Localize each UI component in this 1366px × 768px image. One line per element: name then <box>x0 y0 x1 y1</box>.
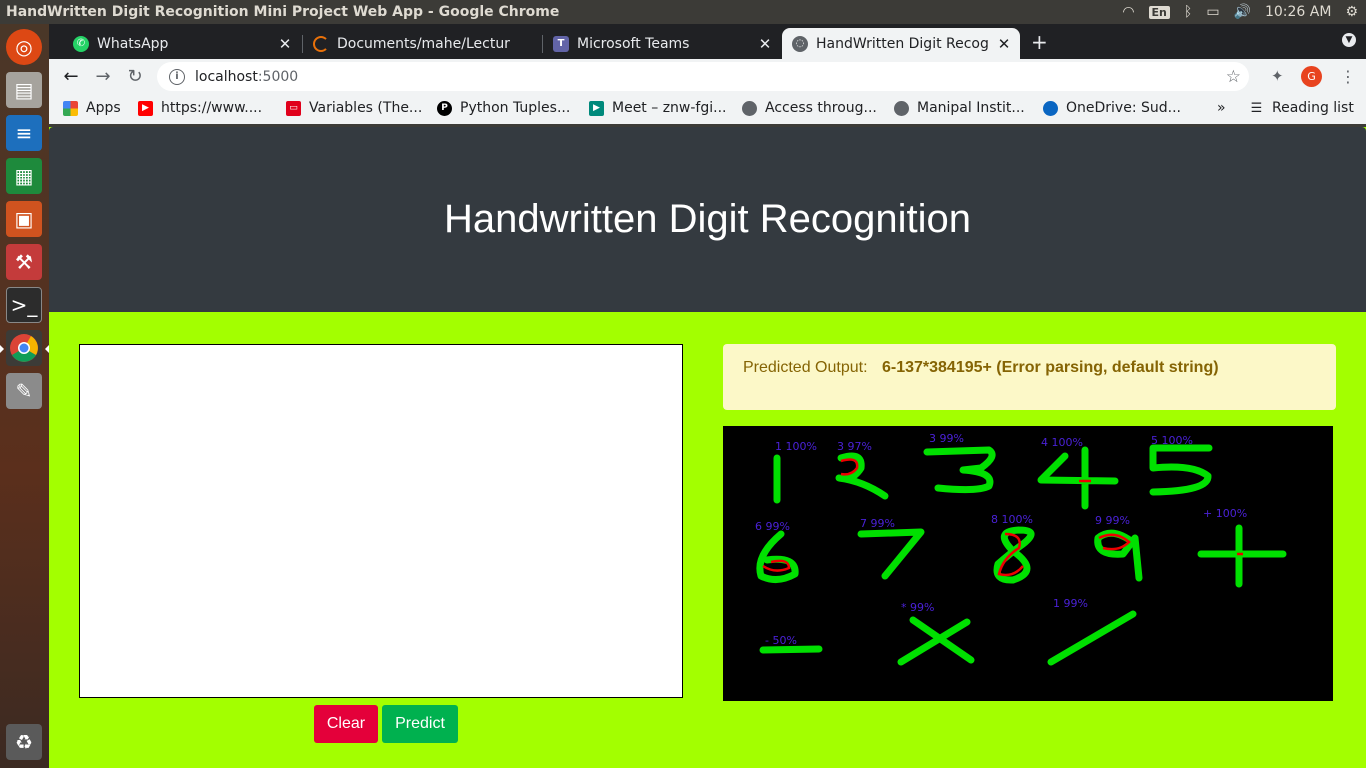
browser-toolbar: ← → ↻ i localhost:5000 ☆ ✦ G ⋮ <box>49 59 1366 94</box>
globe-icon <box>742 100 757 116</box>
page-title: Handwritten Digit Recognition <box>444 197 971 241</box>
tab-label: Documents/mahe/Lectur <box>337 35 510 52</box>
bookmark-item[interactable]: ▶ https://www.... <box>138 100 262 116</box>
back-button[interactable]: ← <box>55 66 87 87</box>
annotation-label: 1 99% <box>1053 597 1088 610</box>
close-icon[interactable]: ✕ <box>275 35 295 53</box>
url-host: localhost <box>195 68 258 85</box>
annotation-label: - 50% <box>765 634 797 647</box>
annotation-label: 3 97% <box>837 440 872 453</box>
youtube-icon: ▶ <box>138 100 153 116</box>
tab-label: WhatsApp <box>97 35 169 52</box>
menu-icon[interactable]: ⋮ <box>1340 67 1356 86</box>
loading-icon <box>313 35 329 52</box>
annotation-label: 9 99% <box>1095 514 1130 527</box>
bluetooth-icon[interactable]: ᛒ <box>1184 4 1192 20</box>
calc-icon[interactable]: ▦ <box>6 158 42 194</box>
bookmark-item[interactable]: Access throug... <box>742 100 877 116</box>
page-header: Handwritten Digit Recognition <box>49 127 1366 312</box>
google-meet-icon: ▶ <box>589 100 604 116</box>
system-tray: ◠ En ᛒ ▭ 🔊 10:26 AM ⚙ <box>1122 4 1366 20</box>
bookmark-star-icon[interactable]: ☆ <box>1226 67 1241 87</box>
url-port: :5000 <box>257 68 299 85</box>
tab-documents[interactable]: Documents/mahe/Lectur <box>303 28 541 59</box>
whatsapp-icon: ✆ <box>73 35 89 52</box>
bookmarks-overflow-button[interactable]: » <box>1217 100 1226 116</box>
oracle-icon: ▭ <box>286 100 301 116</box>
text-editor-icon[interactable]: ✎ <box>6 373 42 409</box>
tab-label: HandWritten Digit Recog <box>816 35 989 52</box>
annotation-label: 3 99% <box>929 432 964 445</box>
trash-icon[interactable]: ♻ <box>6 724 42 760</box>
launcher: ◎ ▤ ≡ ▦ ▣ ⚒ >_ ✎ ♻ <box>0 24 49 768</box>
tab-microsoft-teams[interactable]: T Microsoft Teams ✕ <box>543 28 781 59</box>
forward-button[interactable]: → <box>87 66 119 87</box>
annotation-label: 1 100% <box>775 440 817 453</box>
predicted-output-value: 6-137*384195+ (Error parsing, default st… <box>881 359 1219 376</box>
impress-icon[interactable]: ▣ <box>6 201 42 237</box>
tab-handwritten-digit[interactable]: ◌ HandWritten Digit Recog ✕ <box>782 28 1020 59</box>
reading-list-button[interactable]: ☰ Reading list <box>1249 100 1354 116</box>
annotation-label: + 100% <box>1203 507 1247 520</box>
annotation-label: 4 100% <box>1041 436 1083 449</box>
chrome-icon[interactable] <box>0 330 49 366</box>
tab-label: Microsoft Teams <box>577 35 690 52</box>
annotated-strokes: 1 100% 3 97% 3 99% 4 100% 5 100% 6 99% 7… <box>755 432 1287 666</box>
close-icon[interactable]: ✕ <box>755 35 775 53</box>
keyboard-layout[interactable]: En <box>1148 5 1170 19</box>
ubuntu-dash-icon[interactable]: ◎ <box>6 29 42 65</box>
globe-icon <box>894 100 909 116</box>
window-title: HandWritten Digit Recognition Mini Proje… <box>6 4 560 20</box>
new-tab-button[interactable]: + <box>1031 30 1048 54</box>
predicted-output-label: Predicted Output: <box>743 359 868 376</box>
recognition-result-image: 1 100% 3 97% 3 99% 4 100% 5 100% 6 99% 7… <box>723 426 1333 701</box>
gear-icon[interactable]: ⚙ <box>1345 4 1358 20</box>
teams-icon: T <box>553 35 569 52</box>
annotation-label: 7 99% <box>860 517 895 530</box>
bookmark-apps[interactable]: Apps <box>63 100 121 116</box>
bookmark-item[interactable]: ▶ Meet – znw-fgi... <box>589 100 726 116</box>
info-icon[interactable]: i <box>169 68 185 85</box>
annotation-label: * 99% <box>901 601 934 614</box>
writer-icon[interactable]: ≡ <box>6 115 42 151</box>
wifi-icon[interactable]: ◠ <box>1122 4 1134 20</box>
files-icon[interactable]: ▤ <box>6 72 42 108</box>
clear-button[interactable]: Clear <box>314 705 378 743</box>
predict-button[interactable]: Predict <box>382 705 458 743</box>
volume-icon[interactable]: 🔊 <box>1234 4 1251 20</box>
extensions-icon[interactable]: ✦ <box>1271 67 1284 85</box>
page-content: Handwritten Digit Recognition Clear Pred… <box>49 127 1366 768</box>
predicted-output-alert: Predicted Output: 6-137*384195+ (Error p… <box>723 344 1336 410</box>
onedrive-icon <box>1043 100 1058 116</box>
os-top-bar: HandWritten Digit Recognition Mini Proje… <box>0 0 1366 24</box>
reload-button[interactable]: ↻ <box>119 66 151 87</box>
drawing-canvas[interactable] <box>79 344 683 698</box>
tab-whatsapp[interactable]: ✆ WhatsApp ✕ <box>63 28 301 59</box>
apps-grid-icon <box>63 100 78 116</box>
clock[interactable]: 10:26 AM <box>1265 4 1331 20</box>
battery-icon[interactable]: ▭ <box>1206 4 1219 20</box>
bookmarks-bar: Apps ▶ https://www.... ▭ Variables (The.… <box>49 94 1366 124</box>
bookmark-item[interactable]: P Python Tuples... <box>437 100 570 116</box>
terminal-icon[interactable]: >_ <box>6 287 42 323</box>
avatar[interactable]: G <box>1301 66 1322 87</box>
settings-icon[interactable]: ⚒ <box>6 244 42 280</box>
annotation-label: 6 99% <box>755 520 790 533</box>
annotation-label: 5 100% <box>1151 434 1193 447</box>
bookmark-item[interactable]: ▭ Variables (The... <box>286 100 422 116</box>
programiz-icon: P <box>437 100 452 116</box>
tab-search-icon[interactable]: ▼ <box>1342 33 1356 47</box>
reading-list-icon: ☰ <box>1250 100 1263 116</box>
globe-icon: ◌ <box>792 35 808 52</box>
bookmark-item[interactable]: OneDrive: Sud... <box>1043 100 1181 116</box>
tab-strip: ✆ WhatsApp ✕ Documents/mahe/Lectur T Mic… <box>49 24 1366 59</box>
address-bar[interactable]: i localhost:5000 ☆ <box>157 62 1249 91</box>
bookmark-item[interactable]: Manipal Instit... <box>894 100 1025 116</box>
annotation-label: 8 100% <box>991 513 1033 526</box>
close-icon[interactable]: ✕ <box>994 35 1014 53</box>
